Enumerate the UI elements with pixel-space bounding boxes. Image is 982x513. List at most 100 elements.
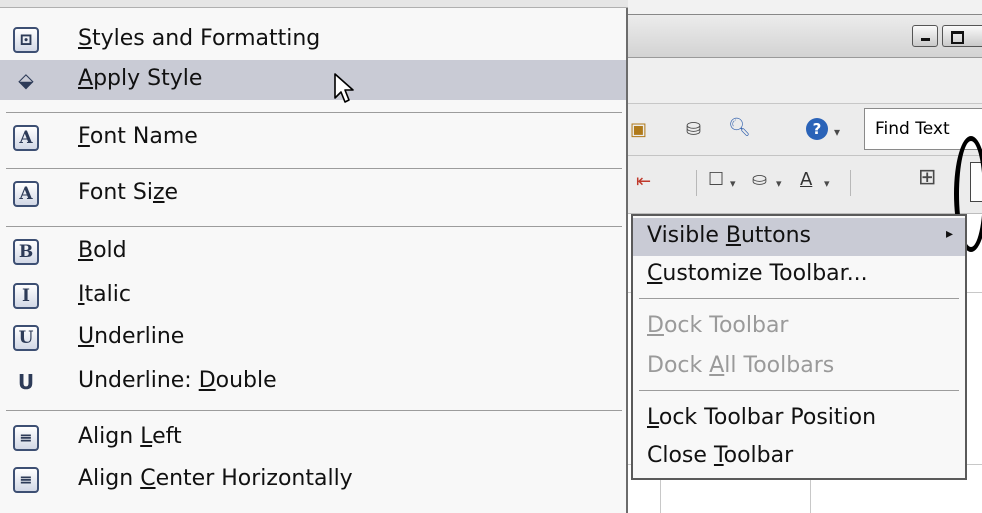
menu-item-underline-double[interactable]: U Underline: Double bbox=[0, 362, 626, 402]
menu-item-label: Customize Toolbar... bbox=[647, 261, 868, 286]
menu-item-apply-style[interactable]: ⬙ Apply Style bbox=[0, 60, 626, 100]
menu-item-label: Apply Style bbox=[78, 66, 202, 91]
menu-item-label: Styles and Formatting bbox=[78, 26, 320, 51]
label-part: pply Style bbox=[93, 66, 203, 91]
label-part: Align bbox=[78, 424, 141, 449]
font-color-icon[interactable]: A bbox=[800, 170, 812, 190]
zoom-icon[interactable]: 🔍︎ bbox=[728, 118, 751, 138]
toolbar-separator bbox=[850, 170, 851, 196]
menu-separator bbox=[639, 390, 959, 391]
menu-item-align-center-horizontally[interactable]: ≡ Align Center Horizontally bbox=[0, 460, 626, 500]
underline-icon: U bbox=[13, 325, 39, 351]
menu-item-label: Close Toolbar bbox=[647, 443, 793, 468]
mnemonic-letter: A bbox=[709, 353, 725, 378]
label-part: ouble bbox=[215, 368, 277, 393]
database-icon[interactable]: ⛁ bbox=[686, 120, 701, 140]
menu-item-dock-all-toolbars: Dock All Toolbars bbox=[633, 348, 965, 386]
mnemonic-letter: L bbox=[140, 424, 153, 449]
align-left-icon: ≡ bbox=[13, 425, 39, 451]
menu-separator bbox=[6, 410, 622, 411]
mnemonic-letter: L bbox=[647, 405, 659, 430]
find-text-label: Find Text bbox=[875, 119, 950, 139]
mnemonic-letter: F bbox=[78, 124, 90, 149]
label-part: Visible bbox=[647, 223, 726, 248]
border-icon[interactable]: ☐ bbox=[708, 170, 724, 190]
double-underline-icon: U bbox=[17, 370, 35, 394]
title-bar bbox=[600, 14, 982, 58]
menu-item-label: Align Left bbox=[78, 424, 182, 449]
mnemonic-letter: D bbox=[647, 313, 664, 338]
label-part: uttons bbox=[740, 223, 812, 248]
menu-separator bbox=[6, 112, 622, 113]
mnemonic-letter: B bbox=[725, 223, 741, 248]
label-part: talic bbox=[84, 282, 131, 307]
label-part: Align bbox=[78, 466, 141, 491]
mnemonic-letter: U bbox=[78, 324, 95, 349]
bold-icon: B bbox=[13, 239, 39, 265]
formatting-toolbar: ⇤ ☐ ▾ ⛀ ▾ A ▾ ⊞ bbox=[600, 156, 982, 214]
border-dropdown-icon[interactable]: ▾ bbox=[730, 174, 736, 194]
toolbar-overflow-icon[interactable]: ▾ bbox=[834, 122, 840, 142]
menu-item-customize-toolbar[interactable]: Customize Toolbar... bbox=[633, 256, 965, 294]
mnemonic-letter: C bbox=[647, 261, 663, 286]
menu-bar bbox=[600, 58, 982, 104]
menu-item-lock-toolbar-position[interactable]: Lock Toolbar Position bbox=[633, 400, 965, 438]
menu-separator bbox=[6, 168, 622, 169]
background-color-icon[interactable]: ⛀ bbox=[752, 170, 767, 190]
background-color-dropdown-icon[interactable]: ▾ bbox=[776, 174, 782, 194]
menu-item-underline[interactable]: U Underline bbox=[0, 318, 626, 358]
italic-icon: I bbox=[13, 283, 39, 309]
styles-icon: ⊡ bbox=[13, 27, 39, 53]
menu-item-dock-toolbar: Dock Toolbar bbox=[633, 308, 965, 346]
indent-icon[interactable]: ⇤ bbox=[636, 172, 651, 192]
label-part: tyles and Formatting bbox=[91, 26, 321, 51]
menu-item-styles-and-formatting[interactable]: ⊡ Styles and Formatting bbox=[0, 20, 626, 60]
toolbar-separator bbox=[696, 170, 697, 196]
label-part: enter Horizontally bbox=[155, 466, 353, 491]
menu-item-font-name[interactable]: A Font Name bbox=[0, 118, 626, 158]
menu-item-label: Dock Toolbar bbox=[647, 313, 788, 338]
menu-separator bbox=[639, 298, 959, 299]
menu-top-edge bbox=[0, 0, 628, 8]
menu-item-label: Visible Buttons bbox=[647, 223, 811, 248]
mnemonic-letter: T bbox=[713, 443, 724, 468]
mnemonic-letter: B bbox=[78, 238, 94, 263]
label-part: eft bbox=[152, 424, 182, 449]
menu-item-font-size[interactable]: A Font Size bbox=[0, 174, 626, 214]
help-icon[interactable]: ? bbox=[806, 118, 828, 140]
menu-item-label: Underline bbox=[78, 324, 184, 349]
font-name-icon: A bbox=[13, 125, 39, 151]
minimize-button[interactable] bbox=[912, 25, 938, 47]
label-part: Dock bbox=[647, 353, 710, 378]
menu-separator bbox=[6, 226, 622, 227]
maximize-button[interactable] bbox=[942, 25, 982, 47]
label-part: e bbox=[164, 180, 179, 205]
image-icon[interactable]: ▣ bbox=[630, 120, 647, 140]
font-color-dropdown-icon[interactable]: ▾ bbox=[824, 174, 830, 194]
table-icon[interactable]: ⊞ bbox=[918, 167, 936, 189]
menu-item-align-left[interactable]: ≡ Align Left bbox=[0, 418, 626, 458]
label-part: nderline bbox=[94, 324, 185, 349]
menu-item-label: Font Size bbox=[78, 180, 178, 205]
menu-item-label: Dock All Toolbars bbox=[647, 353, 834, 378]
menu-item-label: Font Name bbox=[78, 124, 198, 149]
mnemonic-letter: D bbox=[198, 368, 216, 393]
label-part: oolbar bbox=[723, 443, 794, 468]
label-part: Close bbox=[647, 443, 714, 468]
label-part: ock Toolbar bbox=[663, 313, 789, 338]
toolbar-context-menu: Visible Buttons ▸ Customize Toolbar... Dock… bbox=[631, 214, 967, 480]
mnemonic-letter: z bbox=[152, 180, 165, 205]
menu-item-bold[interactable]: B Bold bbox=[0, 232, 626, 272]
font-size-icon: A bbox=[13, 181, 39, 207]
label-part: ustomize Toolbar... bbox=[662, 261, 868, 286]
mnemonic-letter: C bbox=[140, 466, 156, 491]
menu-item-visible-buttons[interactable]: Visible Buttons ▸ bbox=[633, 218, 965, 256]
label-part: ll Toolbars bbox=[724, 353, 835, 378]
menu-item-italic[interactable]: I Italic bbox=[0, 276, 626, 316]
menu-item-label: Underline: Double bbox=[78, 368, 277, 393]
label-part: ont Name bbox=[89, 124, 198, 149]
menu-item-close-toolbar[interactable]: Close Toolbar bbox=[633, 438, 965, 476]
paint-bucket-icon: ⬙ bbox=[18, 68, 34, 92]
label-part: old bbox=[93, 238, 127, 263]
menu-item-label: Bold bbox=[78, 238, 127, 263]
